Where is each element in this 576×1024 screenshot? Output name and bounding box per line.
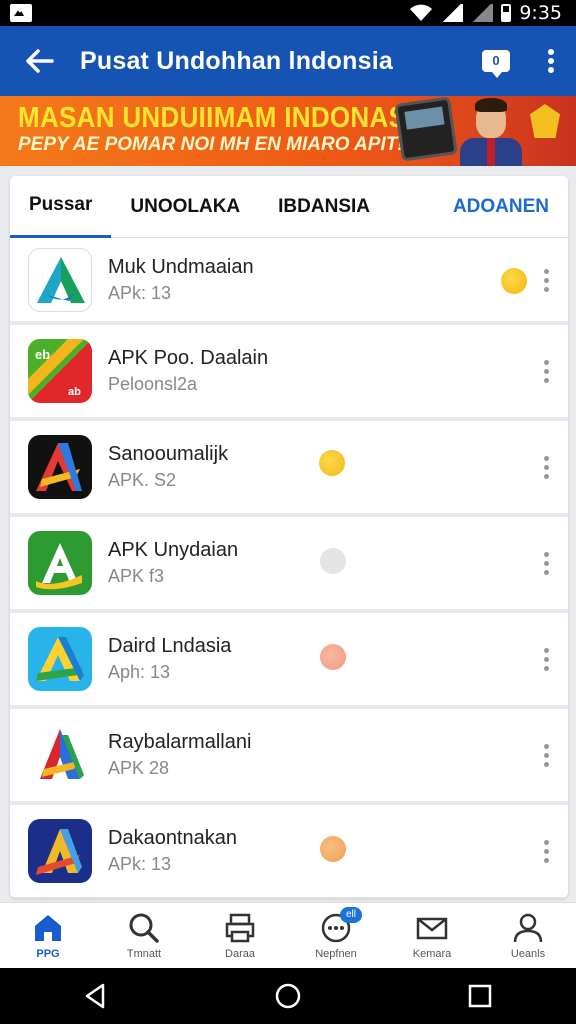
banner-subline: PEPY AE POMAR NOI MH EN MIARO APIT! [18, 134, 404, 155]
status-time: 9:35 [519, 2, 562, 24]
nav-label: Daraa [225, 948, 255, 960]
banner-person-image [458, 98, 524, 166]
app-version: APK 28 [108, 758, 170, 778]
notification-badge: ell [340, 907, 362, 923]
nav-item-search[interactable]: Tmnatt [96, 903, 192, 968]
app-list-card: Pussar UNOOLAKA IBDANSIA ADOANEN Muk Und… [10, 176, 568, 898]
status-dot [320, 548, 346, 574]
row-more-button[interactable] [536, 351, 556, 391]
svg-text:ab: ab [68, 386, 81, 398]
app-name: Muk Undmaaian [108, 256, 254, 278]
app-bar: Pusat Undohhan lndonsia 0 [0, 26, 576, 96]
app-name: Raybalarmallani [108, 731, 252, 753]
nav-item-printer[interactable]: Daraa [192, 903, 288, 968]
chat-button[interactable]: 0 [466, 26, 526, 96]
app-version: APk: 13 [108, 283, 172, 303]
home-icon [35, 915, 61, 941]
tab-bar: Pussar UNOOLAKA IBDANSIA ADOANEN [10, 176, 568, 238]
teal-green-a-icon [28, 248, 92, 312]
list-item[interactable]: Muk Undmaaian APk: 13 [10, 239, 568, 325]
nav-label: Ueanls [510, 948, 546, 960]
more-options-button[interactable] [526, 26, 576, 96]
tab-adoanen[interactable]: ADOANEN [434, 176, 568, 238]
profile-icon [513, 913, 543, 943]
banner-headline: MASAN UNDUIIMAM INDONASIIA [18, 100, 441, 134]
row-more-button[interactable] [536, 543, 556, 583]
app-name: APK Poo. Daalain [108, 347, 269, 369]
status-dot [320, 644, 346, 670]
system-navigation-bar [0, 968, 576, 1024]
app-list: Muk Undmaaian APk: 13 eb ab APK Poo. Daal… [10, 239, 568, 898]
list-item[interactable]: APK Unydaian APK f3 [10, 517, 568, 613]
back-arrow-icon [26, 49, 54, 73]
wifi-icon [410, 4, 433, 21]
cyan-a-icon [28, 627, 92, 691]
status-indicators: 9:35 [409, 2, 562, 24]
green-a-icon [28, 531, 92, 595]
nav-item-mail[interactable]: Kemara [384, 903, 480, 968]
navy-a-icon [28, 819, 92, 883]
rainbow-a-icon [28, 723, 92, 787]
list-item[interactable]: Raybalarmallani APK 28 [10, 709, 568, 805]
printer-icon [225, 913, 255, 943]
row-more-button[interactable] [536, 639, 556, 679]
app-version: Peloonsl2a [108, 374, 198, 394]
back-button[interactable] [0, 26, 80, 96]
battery-icon [501, 4, 512, 22]
list-item[interactable]: Sanooumalijk APK. S2 [10, 421, 568, 517]
row-more-button[interactable] [536, 447, 556, 487]
banner-phone-image [394, 96, 458, 162]
row-more-button[interactable] [536, 831, 556, 871]
home-circle-icon[interactable] [273, 981, 303, 1011]
row-more-button[interactable] [536, 260, 556, 300]
status-dot [319, 450, 345, 476]
chat-icon: 0 [482, 50, 510, 78]
nav-label: PPG [36, 948, 60, 960]
list-item[interactable]: eb ab APK Poo. Daalain Peloonsl2a [10, 325, 568, 421]
status-dot [320, 836, 346, 862]
nav-label: Kemara [412, 948, 452, 960]
nav-label: Tmnatt [126, 948, 162, 960]
signal-icon-2 [471, 4, 494, 22]
nav-label: Nepfnen [315, 948, 357, 960]
app-title: Pusat Undohhan lndonsia [80, 46, 393, 75]
nav-item-profile[interactable]: Ueanls [480, 903, 576, 968]
status-bar: 9:35 [0, 0, 576, 26]
gallery-icon [10, 4, 32, 22]
status-dot [501, 268, 527, 294]
more-vert-icon [548, 49, 554, 73]
tab-ibdansia[interactable]: IBDANSIA [259, 176, 389, 238]
signal-icon [441, 4, 464, 22]
search-icon [129, 913, 159, 943]
recents-square-icon[interactable] [465, 981, 495, 1011]
banner-emblem-icon [530, 104, 560, 138]
back-triangle-icon[interactable] [81, 981, 111, 1011]
svg-text:eb: eb [35, 347, 50, 362]
red-green-ab-icon: eb ab [28, 339, 92, 403]
nav-item-chat[interactable]: ell Nepfnen [288, 903, 384, 968]
nav-item-home[interactable]: PPG [0, 903, 96, 968]
list-item[interactable]: Dakaontnakan APk: 13 [10, 805, 568, 898]
tab-unoolaka[interactable]: UNOOLAKA [111, 176, 259, 238]
row-more-button[interactable] [536, 735, 556, 775]
tab-pussar[interactable]: Pussar [10, 176, 112, 238]
black-red-a-icon [28, 435, 92, 499]
mail-icon [416, 917, 448, 940]
promo-banner[interactable]: MASAN UNDUIIMAM INDONASIIA PEPY AE POMAR… [0, 96, 576, 166]
list-item[interactable]: Daird Lndasia Aph: 13 [10, 613, 568, 709]
bottom-navigation: PPG Tmnatt Daraa ell Nepfnen Kemara Uean… [0, 902, 576, 968]
